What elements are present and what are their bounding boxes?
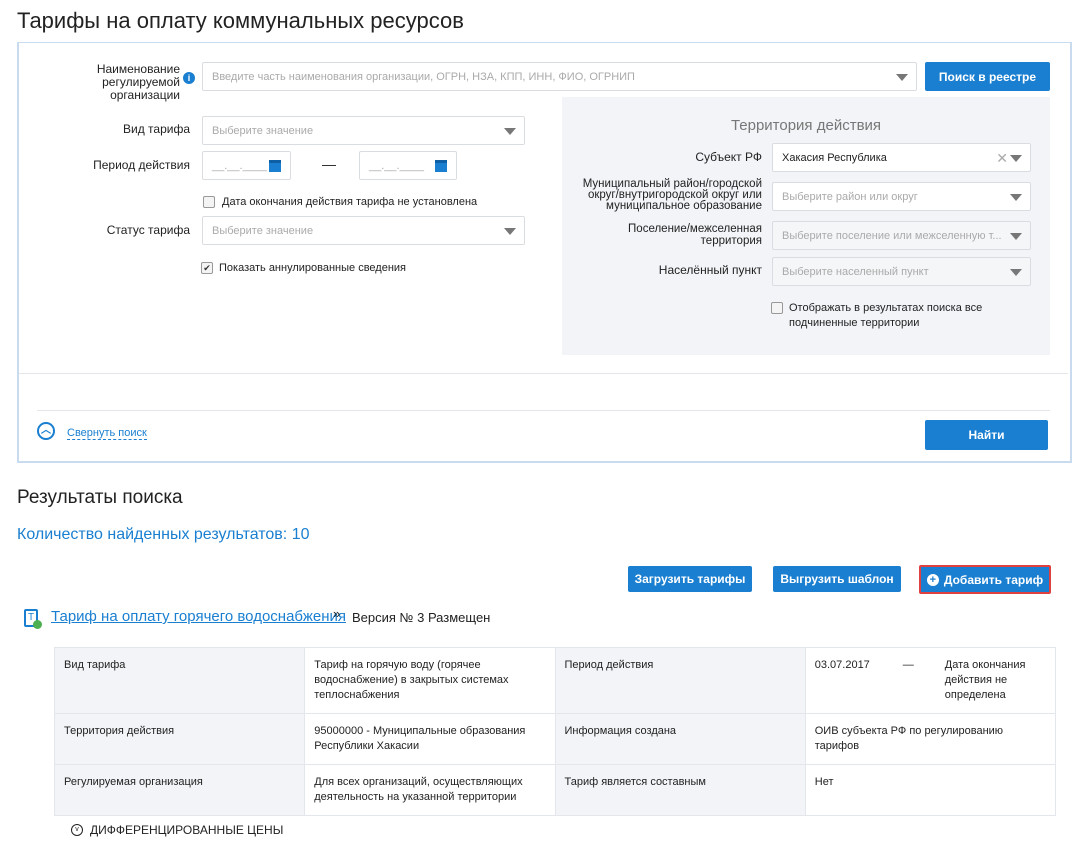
table-row: Регулируемая организация Для всех органи… [53,764,1057,816]
chevron-down-icon [1010,268,1022,276]
chevron-down-icon [1010,154,1022,162]
settlement-label: Поселение/межселенная территория [628,223,762,247]
cell-value: ОИВ субъекта РФ по регулированию тарифов [804,713,1057,765]
locality-label: Населённый пункт [658,263,762,277]
find-button[interactable]: Найти [925,420,1048,450]
chevron-down-icon [504,227,516,235]
date-from-input[interactable]: __.__.____ [202,151,291,180]
cell-value: Тариф на горячую воду (горячее водоснабж… [304,647,556,714]
chevron-down-icon [1010,193,1022,201]
status-select[interactable]: Выберите значение [202,216,525,245]
cell-value: 03.07.2017 — Дата окончания действия не оп… [804,647,1057,714]
download-template-button[interactable]: Выгрузить шаблон [773,566,901,592]
subordinate-checkbox[interactable] [771,302,783,314]
org-label: Наименование регулируемой организации [96,62,180,102]
cell-label: Период действия [554,647,806,714]
divider [19,373,1068,374]
no-end-date-label: Дата окончания действия тарифа не устано… [222,196,478,208]
table-row: Вид тарифа Тариф на горячую воду (горяче… [53,647,1057,714]
cell-label: Информация создана [554,713,806,765]
expand-versions-icon[interactable]: » [333,606,340,621]
collapse-search-link[interactable]: Свернуть поиск [67,427,147,440]
page-title: Тарифы на оплату коммунальных ресурсов [17,8,464,33]
period-dash: — [902,659,914,671]
show-annulled-checkbox[interactable]: ✔ [201,262,213,274]
diff-prices-toggle[interactable]: ДИФФЕРЕНЦИРОВАННЫЕ ЦЕНЫ [90,823,283,837]
org-search-input[interactable]: Введите часть наименования организации, … [202,62,917,91]
period-label: Период действия [93,158,190,172]
results-count: Количество найденных результатов: 10 [17,526,310,543]
calendar-icon[interactable] [269,160,281,172]
cell-value: 95000000 - Муниципальные образования Рес… [304,713,556,765]
cell-value: Для всех организаций, осуществляющих дея… [304,764,556,816]
cell-value: Нет [804,764,1057,816]
district-select[interactable]: Выберите район или округ [772,182,1031,211]
territory-heading: Территория действия [730,117,882,134]
date-to-input[interactable]: __.__.____ [359,151,457,180]
subordinate-label: Отображать в результатах поиска все подч… [789,302,983,329]
settlement-select[interactable]: Выберите поселение или межселенную т... [772,221,1031,250]
tariff-link[interactable]: Тариф на оплату горячего водоснабжения [51,608,346,625]
locality-select[interactable]: Выберите населенный пункт [772,257,1031,286]
cell-label: Вид тарифа [53,647,306,714]
chevron-down-circle-icon[interactable]: v [71,824,83,836]
subject-label: Субъект РФ [695,150,762,164]
tariff-details-table: Вид тарифа Тариф на горячую воду (горяче… [53,647,1057,816]
upload-tariffs-button[interactable]: Загрузить тарифы [628,566,752,592]
no-end-date-checkbox[interactable] [203,196,215,208]
chevron-down-icon [504,127,516,135]
version-status: Версия № 3 Размещен [352,610,491,625]
period-start: 03.07.2017 [814,659,870,671]
cell-label: Регулируемая организация [53,764,306,816]
chevron-down-icon [1010,232,1022,240]
table-row: Территория действия 95000000 - Муниципал… [53,713,1057,765]
status-label: Статус тарифа [106,223,190,237]
tariff-document-icon: T [24,609,42,629]
cell-label: Территория действия [53,713,306,765]
registry-search-button[interactable]: Поиск в реестре [925,62,1050,91]
clear-icon[interactable]: ✕ [996,150,1008,167]
period-end: Дата окончания действия не определена [944,659,1026,701]
add-tariff-button[interactable]: + Добавить тариф [919,565,1051,594]
divider [37,410,1050,411]
show-annulled-label: Показать аннулированные сведения [219,262,407,274]
cell-label: Тариф является составным [554,764,806,816]
chevron-up-icon[interactable]: ︿ [37,422,55,440]
tariff-type-label: Вид тарифа [122,122,190,136]
results-heading: Результаты поиска [17,487,183,508]
plus-circle-icon: + [926,573,939,586]
chevron-down-icon [896,73,908,81]
info-icon[interactable]: i [183,72,195,84]
period-dash: — [322,156,336,172]
calendar-icon[interactable] [435,160,447,172]
tariff-type-select[interactable]: Выберите значение [202,116,525,145]
subject-select[interactable]: Хакасия Республика ✕ [772,143,1031,172]
district-label: Муниципальный район/городской округ/внут… [582,178,762,212]
